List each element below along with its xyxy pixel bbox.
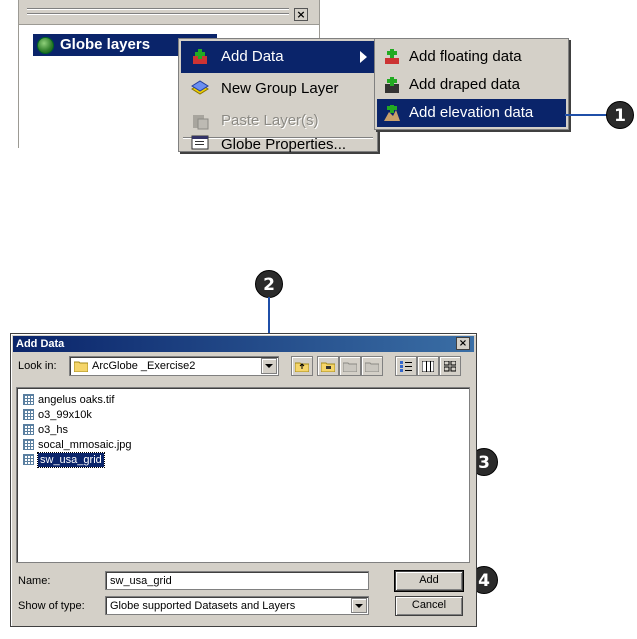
paste-icon bbox=[193, 115, 209, 130]
submenu-item-draped[interactable]: Add draped data bbox=[377, 71, 566, 99]
submenu-item-floating[interactable]: Add floating data bbox=[377, 43, 566, 71]
file-name: socal_mmosaic.jpg bbox=[38, 439, 132, 451]
raster-grid-icon bbox=[23, 409, 34, 420]
toc-titlebar[interactable]: × bbox=[19, 0, 319, 25]
elevation-data-icon bbox=[384, 105, 400, 121]
file-name: o3_hs bbox=[38, 424, 68, 436]
callout-leader-line bbox=[565, 114, 611, 116]
raster-grid-icon bbox=[23, 454, 34, 465]
close-icon[interactable]: × bbox=[456, 337, 470, 350]
show-of-type-value: Globe supported Datasets and Layers bbox=[110, 600, 296, 612]
properties-icon bbox=[191, 135, 209, 150]
details-view-button[interactable] bbox=[417, 356, 439, 376]
menu-item-new-group-layer[interactable]: New Group Layer bbox=[181, 73, 375, 105]
name-value: sw_usa_grid bbox=[110, 575, 172, 587]
draped-data-icon bbox=[385, 77, 399, 93]
up-folder-icon bbox=[295, 362, 309, 372]
connect-folder-button[interactable] bbox=[317, 356, 339, 376]
show-of-type-combobox[interactable]: Globe supported Datasets and Layers bbox=[105, 596, 369, 615]
submenu-arrow-icon bbox=[360, 51, 367, 63]
raster-grid-icon bbox=[23, 424, 34, 435]
group-layer-icon bbox=[191, 80, 209, 95]
folder-icon bbox=[74, 361, 88, 372]
context-menu: Add Data New Group Layer Paste Layer(s) … bbox=[178, 38, 378, 153]
thumbnail-view-icon bbox=[444, 361, 456, 372]
connect-folder-icon bbox=[321, 362, 335, 372]
callout-badge-2: 2 bbox=[255, 270, 283, 298]
raster-grid-icon bbox=[23, 439, 34, 450]
submenu-item-elevation[interactable]: Add elevation data bbox=[377, 99, 566, 127]
dialog-title: Add Data bbox=[16, 338, 65, 350]
add-button[interactable]: Add bbox=[394, 570, 464, 592]
list-view-icon bbox=[400, 361, 412, 372]
grip-line bbox=[27, 13, 289, 14]
submenu-item-label: Add elevation data bbox=[409, 104, 534, 121]
add-data-dialog: Add Data × Look in: ArcGlobe _Exercise2 … bbox=[10, 333, 477, 627]
globe-icon bbox=[37, 37, 54, 54]
file-name: sw_usa_grid bbox=[37, 452, 105, 468]
up-one-level-button[interactable] bbox=[291, 356, 313, 376]
menu-item-add-data[interactable]: Add Data bbox=[181, 41, 375, 73]
disconnect-folder-button[interactable] bbox=[339, 356, 361, 376]
menu-item-label: New Group Layer bbox=[221, 80, 339, 97]
menu-item-label: Add Data bbox=[221, 48, 284, 65]
details-view-icon bbox=[422, 361, 434, 372]
name-input[interactable]: sw_usa_grid bbox=[105, 571, 369, 590]
add-data-submenu: Add floating data Add draped data Add el… bbox=[374, 38, 569, 130]
look-in-value: ArcGlobe _Exercise2 bbox=[92, 360, 196, 372]
close-icon[interactable]: × bbox=[294, 8, 308, 21]
file-list[interactable]: angelus oaks.tif o3_99x10k o3_hs socal_m… bbox=[16, 387, 470, 563]
thumbnail-view-button[interactable] bbox=[439, 356, 461, 376]
raster-grid-icon bbox=[23, 394, 34, 405]
look-in-dropdown-button[interactable] bbox=[261, 358, 277, 374]
submenu-item-label: Add draped data bbox=[409, 76, 520, 93]
globe-layers-label: Globe layers bbox=[60, 36, 151, 53]
show-of-type-label: Show of type: bbox=[18, 600, 85, 612]
file-name: o3_99x10k bbox=[38, 409, 92, 421]
cancel-button[interactable]: Cancel bbox=[395, 596, 463, 616]
floating-data-icon bbox=[385, 49, 399, 64]
callout-badge-1: 1 bbox=[606, 101, 634, 129]
grip-line bbox=[27, 8, 289, 9]
new-folder-icon bbox=[365, 362, 379, 372]
name-label: Name: bbox=[18, 575, 51, 587]
look-in-label: Look in: bbox=[18, 360, 57, 372]
file-name: angelus oaks.tif bbox=[38, 394, 115, 406]
look-in-combobox[interactable]: ArcGlobe _Exercise2 bbox=[69, 356, 279, 376]
menu-item-globe-properties[interactable]: Globe Properties... bbox=[181, 135, 375, 153]
dialog-titlebar[interactable]: Add Data × bbox=[13, 336, 474, 352]
disconnect-folder-icon bbox=[343, 362, 357, 372]
add-data-icon bbox=[193, 49, 207, 64]
new-folder-button[interactable] bbox=[361, 356, 383, 376]
submenu-item-label: Add floating data bbox=[409, 48, 522, 65]
menu-item-label: Globe Properties... bbox=[221, 136, 347, 153]
list-view-button[interactable] bbox=[395, 356, 417, 376]
show-of-type-dropdown-button[interactable] bbox=[351, 598, 367, 613]
